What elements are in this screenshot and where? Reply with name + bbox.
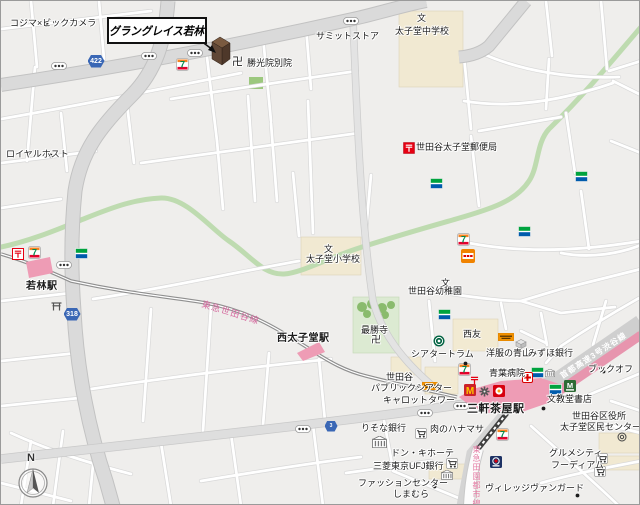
svg-text:7: 7 <box>499 429 504 439</box>
svg-text:M: M <box>567 381 573 390</box>
place-label: パブリックシアター <box>371 384 452 393</box>
place-label: グルメシティ <box>549 449 602 458</box>
familymart-icon <box>518 224 531 242</box>
place-label: 太子堂区民センター <box>560 423 640 432</box>
traffic-signal-icon <box>295 420 311 438</box>
place-label: ドン・キホーテ <box>391 449 454 458</box>
place-label: みずほ銀行 <box>528 349 573 358</box>
place-label: 洋服の青山 <box>486 349 531 358</box>
svg-text:〒: 〒 <box>469 375 479 386</box>
orange-sign-icon <box>498 328 514 346</box>
svg-text:7: 7 <box>460 234 465 244</box>
post-office-icon: 〒 <box>403 141 415 159</box>
seven-eleven-icon: 7 <box>496 428 509 446</box>
place-label: 文 <box>417 14 426 23</box>
svg-text:〒: 〒 <box>404 145 413 155</box>
place-label: 世田谷幼稚園 <box>408 287 462 296</box>
svg-text:〒: 〒 <box>13 251 22 261</box>
familymart-icon <box>430 176 443 194</box>
navy-store-icon <box>490 455 502 473</box>
svg-text:7: 7 <box>31 247 36 257</box>
property-callout: グラングレイス若林 <box>107 17 207 44</box>
traffic-signal-icon <box>51 57 67 75</box>
place-label: 世田谷 <box>386 373 413 382</box>
gear-icon <box>479 384 490 402</box>
place-label: しまむら <box>393 490 429 499</box>
traffic-signal-icon <box>187 44 203 62</box>
place-label: コジマ×ビックカメラ <box>10 19 96 28</box>
station-label: 若林駅 <box>26 282 58 293</box>
station-label: 三軒茶屋駅 <box>467 404 525 416</box>
place-label: ブックオフ <box>588 365 633 374</box>
place-label: 勝光院別院 <box>247 59 292 68</box>
red-store-icon <box>493 384 505 402</box>
place-label: 青葉病院 <box>489 369 525 378</box>
property-name: グラングレイス若林 <box>110 23 205 39</box>
place-label: 太子堂小学校 <box>306 255 360 264</box>
place-label: ヴィレッジヴァンガード <box>485 484 584 493</box>
torii-icon <box>51 298 62 316</box>
traffic-signal-icon <box>417 404 433 422</box>
place-label: 世田谷太子堂郵便局 <box>416 143 497 152</box>
place-label: キャロットタワー <box>383 396 455 405</box>
station-label: 西太子堂駅 <box>277 334 330 345</box>
place-label: サミットストア <box>316 32 379 41</box>
bank-icon <box>545 364 555 382</box>
traffic-signal-icon <box>141 47 157 65</box>
place-label: フーディアム <box>551 461 604 470</box>
traffic-signal-icon <box>56 256 72 274</box>
place-label: 太子堂中学校 <box>395 27 449 36</box>
place-label: シアタートラム <box>411 350 474 359</box>
junior-high-school-block <box>399 11 463 87</box>
svg-text:7: 7 <box>179 59 184 69</box>
familymart-icon <box>575 169 588 187</box>
place-label: ファッションセンター <box>358 479 448 488</box>
poi-dot <box>541 398 546 416</box>
place-label: 世田谷区役所 <box>572 412 626 421</box>
cart-icon <box>415 426 427 444</box>
compass-icon <box>19 469 47 497</box>
seven-eleven-icon: 7 <box>28 246 41 264</box>
place-label: 文教堂書店 <box>547 395 592 404</box>
seven-eleven-icon: 7 <box>457 233 470 251</box>
traffic-signal-icon <box>343 12 359 30</box>
place-label: 肉のハナマサ <box>430 425 484 434</box>
place-label: 卍 <box>371 336 381 347</box>
familymart-icon <box>438 307 451 325</box>
post-office-outline-icon: 〒 <box>12 247 24 265</box>
place-label: 西友 <box>463 330 481 339</box>
map-base-layer <box>1 1 640 505</box>
place-label: ロイヤルホスト <box>6 150 69 159</box>
rail-line-label: 東急田園都市線 <box>471 445 482 505</box>
bank-icon <box>372 435 387 453</box>
map: グラングレイス若林 N コジマ×ビックカメラサミットストア文太子堂中学校卍勝光院… <box>0 0 640 505</box>
place-label: 三菱東京UFJ銀行 <box>373 462 444 471</box>
familymart-icon <box>75 246 88 264</box>
place-label: 卍 <box>232 57 243 69</box>
yoshinoya-icon <box>461 249 475 268</box>
place-label: りそな銀行 <box>361 424 406 433</box>
compass-north-label: N <box>27 452 35 464</box>
